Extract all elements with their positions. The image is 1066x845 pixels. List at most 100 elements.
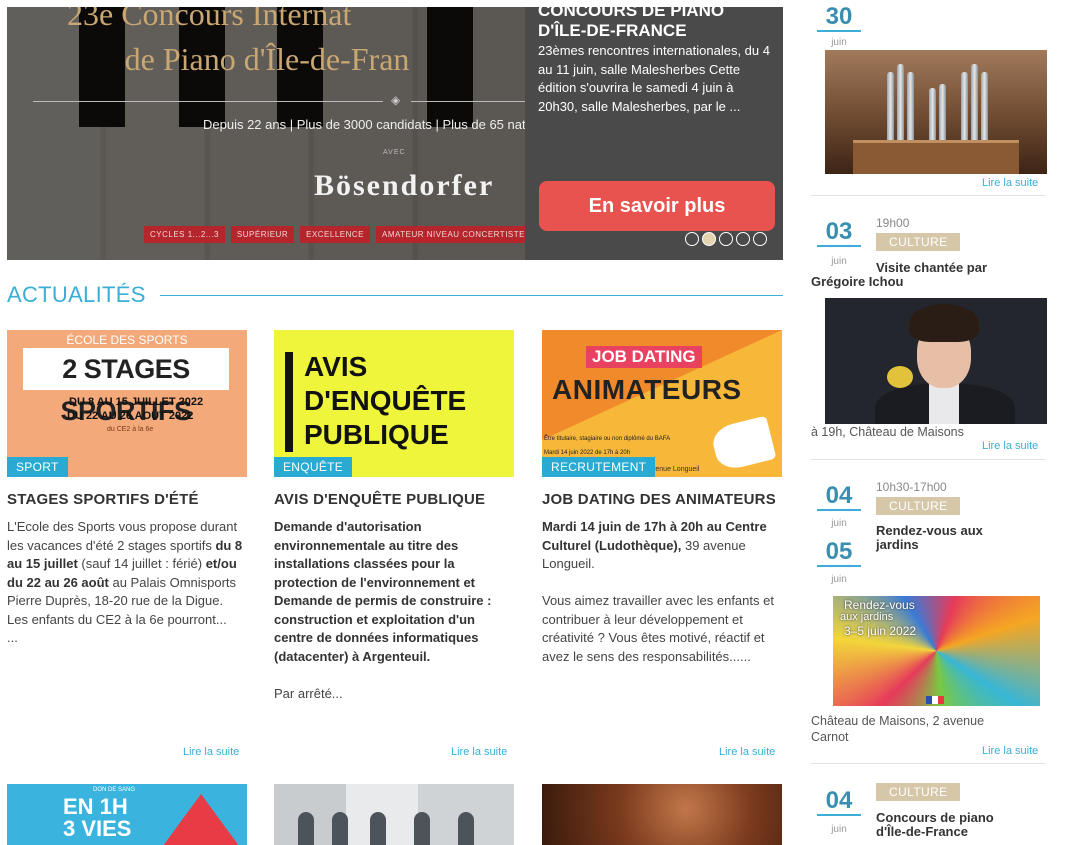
slide-dot-2[interactable] bbox=[702, 232, 716, 246]
hero-divider-left bbox=[33, 101, 383, 102]
event-separator bbox=[811, 195, 1046, 196]
organ-pipe bbox=[981, 72, 988, 144]
image-caption: 3 VIES bbox=[63, 816, 132, 841]
actualites-divider bbox=[160, 295, 783, 296]
event-month: juin bbox=[831, 37, 847, 48]
event-separator bbox=[811, 763, 1046, 764]
category-badge: RECRUTEMENT bbox=[542, 457, 656, 477]
event-separator bbox=[811, 459, 1046, 460]
event-title-line1[interactable]: Concours de piano bbox=[876, 811, 994, 825]
organ-case bbox=[853, 140, 1019, 174]
actualites-heading: ACTUALITÉS bbox=[7, 282, 146, 307]
image-caption: 3–5 juin 2022 bbox=[844, 624, 917, 638]
news-image-enquete[interactable]: AVIS D'ENQUÊTE PUBLIQUE ENQUÊTE bbox=[274, 330, 514, 477]
image-caption: Rendez-vous bbox=[844, 598, 915, 612]
news-card-enquete[interactable]: AVIS D'ENQUÊTE PUBLIQUE ENQUÊTE AVIS D'E… bbox=[274, 330, 514, 703]
news-image-concert[interactable] bbox=[542, 784, 782, 845]
news-card-recrutement[interactable]: JOB DATING ANIMATEURS Être titulaire, st… bbox=[542, 330, 782, 666]
event-month: juin bbox=[831, 256, 847, 267]
image-caption: 2 STAGES SPORTIFS bbox=[23, 348, 229, 426]
news-image-jobdating[interactable]: JOB DATING ANIMATEURS Être titulaire, st… bbox=[542, 330, 782, 477]
location-line: Château de Maisons, 2 avenue bbox=[811, 714, 985, 728]
event-location: Château de Maisons, 2 avenue Carnot bbox=[811, 713, 984, 745]
read-more-link[interactable]: Lire la suite bbox=[719, 746, 775, 758]
image-caption: DU 22 AU 26 AOÛT 2022 bbox=[67, 410, 194, 422]
person-shape bbox=[458, 812, 474, 845]
slide-dot-3[interactable] bbox=[719, 232, 733, 246]
slide-dot-1[interactable] bbox=[685, 232, 699, 246]
image-caption: ÉCOLE DES SPORTS bbox=[66, 333, 188, 347]
event-day: 03 bbox=[817, 219, 861, 247]
news-image-don-de-sang[interactable]: DON DE SANG EN 1H 3 VIES bbox=[7, 784, 247, 845]
person-shape bbox=[414, 812, 430, 845]
image-bar bbox=[285, 352, 293, 452]
person-shape bbox=[370, 812, 386, 845]
image-shape bbox=[157, 794, 245, 845]
slider-dots bbox=[685, 232, 767, 246]
read-more-link[interactable]: Lire la suite bbox=[982, 440, 1038, 452]
news-excerpt: L'Ecole des Sports vous propose durant l… bbox=[7, 518, 247, 648]
excerpt-part: Les enfants du CE2 à la 6e pourront... bbox=[7, 611, 227, 627]
image-caption: EN 1H 3 VIES bbox=[63, 796, 131, 840]
read-more-link[interactable]: Lire la suite bbox=[982, 177, 1038, 189]
news-title[interactable]: JOB DATING DES ANIMATEURS bbox=[542, 491, 782, 509]
event-image-jardins[interactable]: Rendez-vous aux jardins 3–5 juin 2022 bbox=[833, 596, 1040, 706]
person-shape bbox=[332, 812, 348, 845]
organ-pipe bbox=[907, 72, 914, 144]
excerpt-part: Vous aimez travailler avec les enfants e… bbox=[542, 593, 774, 664]
hero-tag: AMATEUR NIVEAU CONCERTISTE bbox=[376, 226, 531, 243]
image-shape bbox=[929, 384, 959, 424]
event-title-line2[interactable]: d'Île-de-France bbox=[876, 825, 968, 839]
organ-pipe bbox=[961, 72, 968, 144]
panel-heading: CONCOURS DE PIANO D'ÎLE-DE-FRANCE bbox=[538, 7, 724, 41]
news-image-meeting[interactable] bbox=[274, 784, 514, 845]
read-more-link[interactable]: Lire la suite bbox=[451, 746, 507, 758]
slide-dot-4[interactable] bbox=[736, 232, 750, 246]
hero-title-line2: de Piano d'Île-de-Fran bbox=[124, 41, 410, 77]
news-title[interactable]: AVIS D'ENQUÊTE PUBLIQUE bbox=[274, 491, 514, 509]
news-title[interactable]: STAGES SPORTIFS D'ÉTÉ bbox=[7, 491, 247, 509]
read-more-link[interactable]: Lire la suite bbox=[183, 746, 239, 758]
event-month-end: juin bbox=[831, 574, 847, 585]
excerpt-part: Par arrêté... bbox=[274, 685, 343, 701]
news-image-stages[interactable]: ÉCOLE DES SPORTS 2 STAGES SPORTIFS DU 8 … bbox=[7, 330, 247, 477]
hero-tag: SUPÉRIEUR bbox=[230, 226, 295, 243]
event-image-singer[interactable] bbox=[825, 298, 1047, 424]
image-caption: D'ENQUÊTE bbox=[304, 385, 467, 416]
image-caption: aux jardins bbox=[840, 611, 894, 623]
image-caption: PUBLIQUE bbox=[304, 419, 449, 450]
hero-divider-right bbox=[411, 101, 531, 102]
image-caption: avenue Longueil bbox=[648, 466, 700, 473]
hero-slider[interactable]: 23e Concours Internat de Piano d'Île-de-… bbox=[7, 7, 783, 260]
event-title-line2[interactable]: jardins bbox=[876, 538, 919, 552]
image-caption: DU 8 AU 15 JUILLET 2022 bbox=[69, 396, 204, 408]
event-location: à 19h, Château de Maisons bbox=[811, 425, 964, 439]
event-title-line2[interactable]: Grégoire Ichou bbox=[811, 275, 903, 289]
en-savoir-plus-button[interactable]: En savoir plus bbox=[539, 181, 775, 231]
hero-avec: AVEC bbox=[383, 149, 406, 156]
hero-title-line1: 23e Concours Internat bbox=[67, 7, 352, 32]
bird-icon bbox=[887, 366, 913, 388]
event-month: juin bbox=[831, 824, 847, 835]
panel-heading-line1: CONCOURS DE PIANO bbox=[538, 7, 725, 20]
slide-dot-5[interactable] bbox=[753, 232, 767, 246]
hero-tag: EXCELLENCE bbox=[300, 226, 371, 243]
excerpt-part: ... bbox=[7, 630, 18, 645]
event-category: CULTURE bbox=[876, 497, 960, 515]
organ-pipe bbox=[939, 84, 946, 144]
event-title-line1[interactable]: Visite chantée par bbox=[876, 261, 987, 275]
hero-tags: CYCLES 1...2...3 SUPÉRIEUR EXCELLENCE AM… bbox=[144, 226, 531, 243]
event-title-line1[interactable]: Rendez-vous aux bbox=[876, 524, 983, 538]
event-day: 30 bbox=[817, 4, 861, 32]
event-image-organ[interactable] bbox=[825, 50, 1047, 174]
news-excerpt: Mardi 14 juin de 17h à 20h au Centre Cul… bbox=[542, 518, 782, 666]
image-caption: Mardi 14 juin 2022 de 17h à 20h bbox=[544, 450, 631, 456]
bosendorfer-logo: Bösendorfer bbox=[314, 169, 495, 202]
read-more-link[interactable]: Lire la suite bbox=[982, 745, 1038, 757]
event-day: 04 bbox=[817, 483, 861, 511]
image-caption: JOB DATING bbox=[586, 346, 702, 368]
organ-pipe bbox=[971, 64, 978, 144]
excerpt-part: L'Ecole des Sports vous propose durant l… bbox=[7, 519, 238, 553]
hero-subtitle: Depuis 22 ans | Plus de 3000 candidats |… bbox=[203, 117, 574, 132]
news-card-sport[interactable]: ÉCOLE DES SPORTS 2 STAGES SPORTIFS DU 8 … bbox=[7, 330, 247, 648]
